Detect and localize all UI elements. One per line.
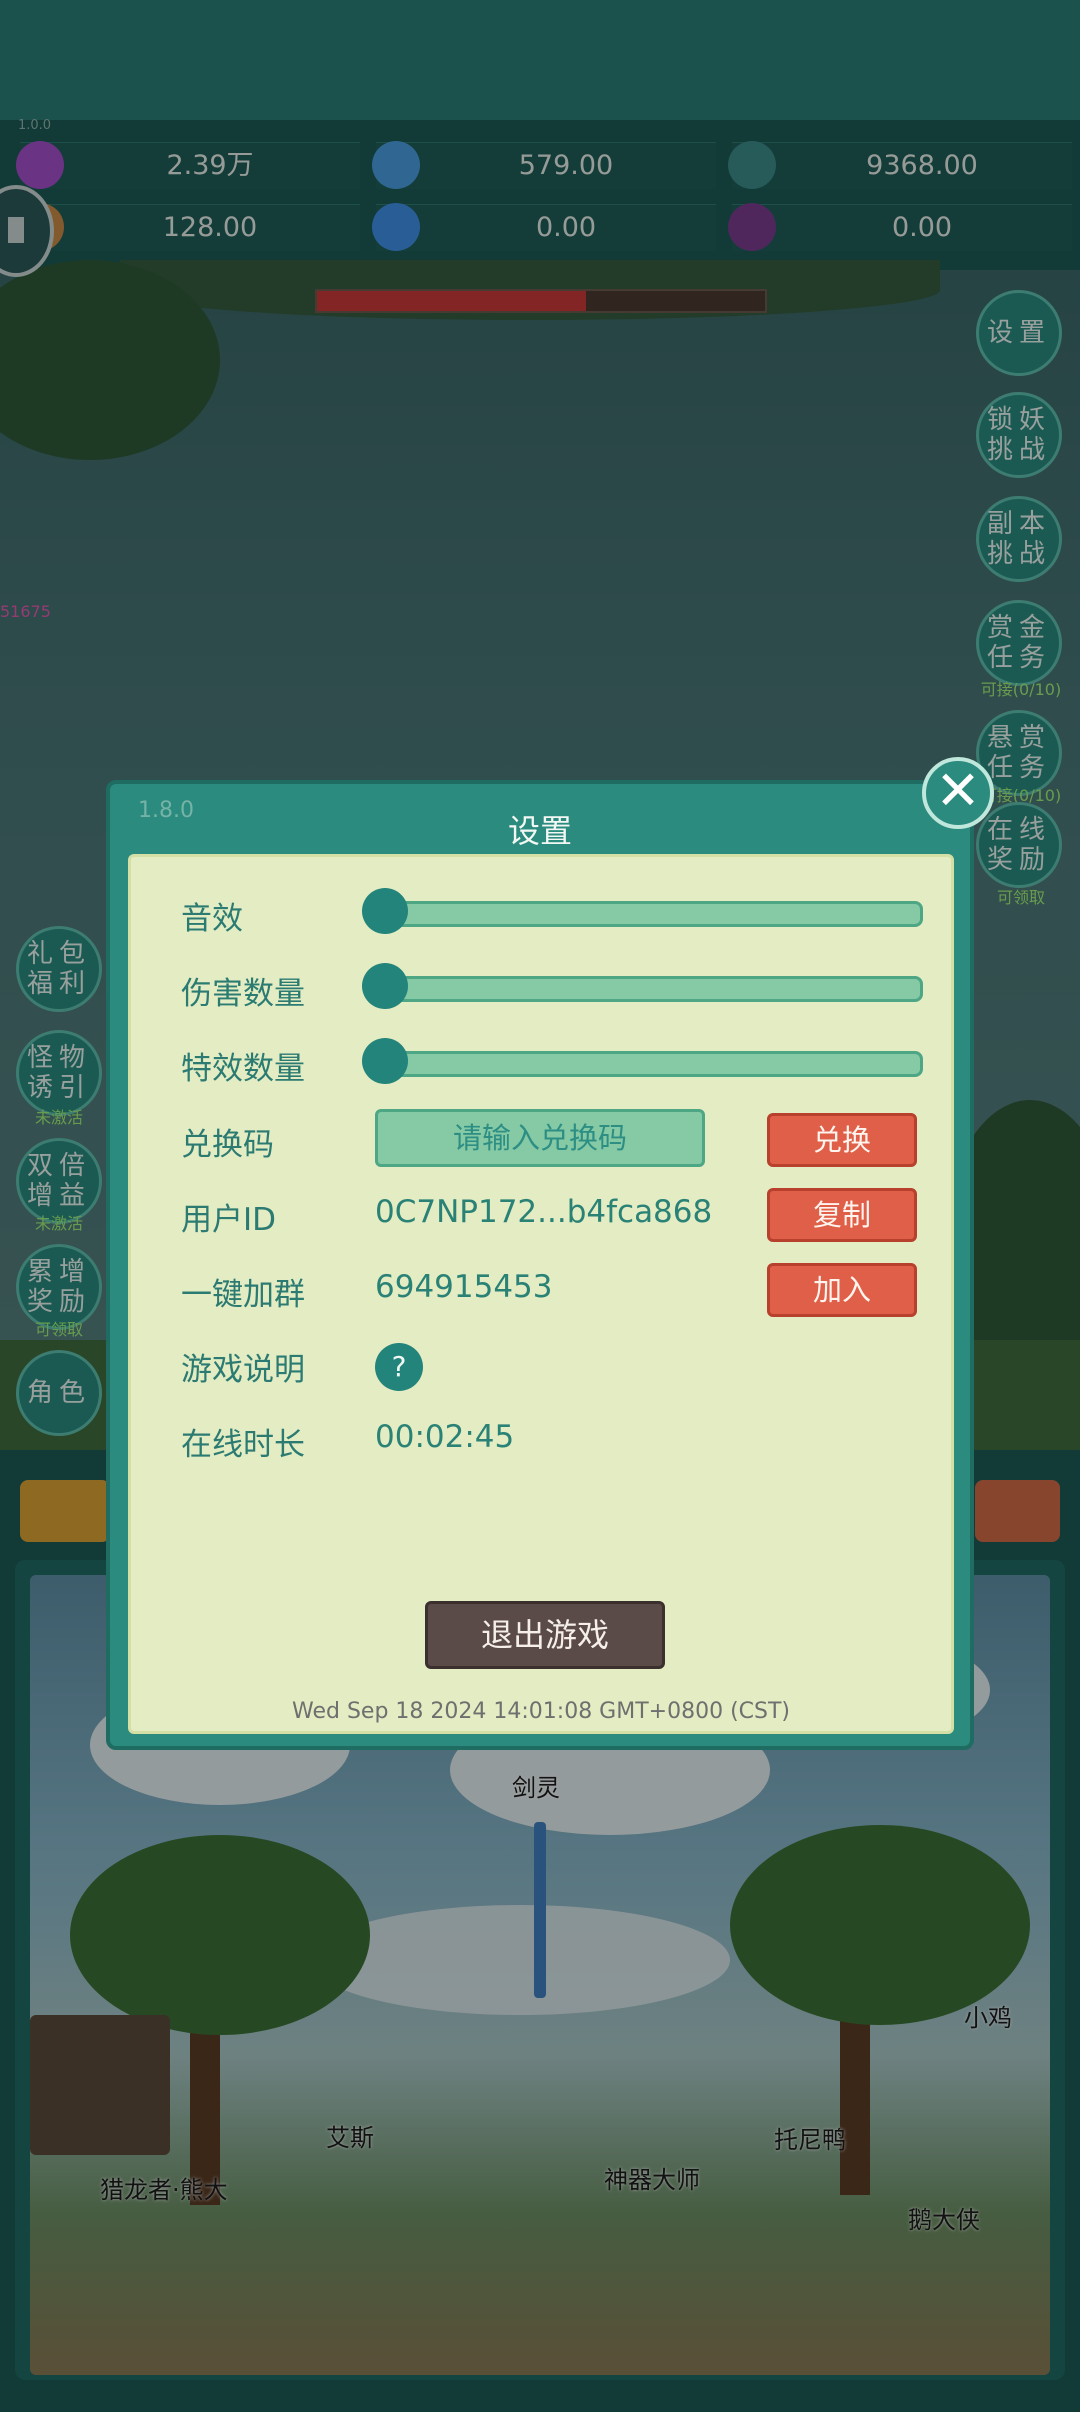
redeem-code-label: 兑换码 — [181, 1127, 274, 1163]
slider-knob[interactable] — [362, 888, 408, 934]
damage-count-label: 伤害数量 — [181, 976, 305, 1012]
help-icon[interactable]: ? — [375, 1343, 423, 1391]
slider-knob[interactable] — [362, 1038, 408, 1084]
effect-count-label: 特效数量 — [181, 1051, 305, 1087]
settings-dialog: 1.8.0 设置 音效 伤害数量 特效数量 兑换码 请输入兑换码 兑换 用户ID… — [106, 780, 974, 1750]
slider-knob[interactable] — [362, 963, 408, 1009]
join-button[interactable]: 加入 — [767, 1263, 917, 1317]
settings-panel: 音效 伤害数量 特效数量 兑换码 请输入兑换码 兑换 用户ID 0C7NP172… — [128, 854, 954, 1734]
dialog-title: 设置 — [507, 812, 572, 850]
join-group-label: 一键加群 — [181, 1277, 305, 1313]
user-id-label: 用户ID — [181, 1202, 277, 1238]
exit-game-button[interactable]: 退出游戏 — [425, 1601, 665, 1669]
sound-label: 音效 — [181, 901, 243, 937]
timestamp-text: Wed Sep 18 2024 14:01:08 GMT+0800 (CST) — [292, 1699, 790, 1724]
effect-count-slider[interactable] — [362, 1038, 923, 1084]
game-guide-label: 游戏说明 — [181, 1352, 305, 1388]
sound-slider[interactable] — [362, 888, 923, 934]
copy-button[interactable]: 复制 — [767, 1188, 917, 1242]
redeem-button[interactable]: 兑换 — [767, 1113, 917, 1167]
online-time-value: 00:02:45 — [375, 1419, 515, 1455]
redeem-code-input[interactable]: 请输入兑换码 — [375, 1109, 705, 1167]
group-number-value: 694915453 — [375, 1269, 553, 1305]
user-id-value: 0C7NP172...b4fca868 — [375, 1194, 713, 1230]
close-icon[interactable]: ✕ — [922, 757, 994, 829]
damage-count-slider[interactable] — [362, 963, 923, 1009]
online-time-label: 在线时长 — [181, 1427, 305, 1463]
